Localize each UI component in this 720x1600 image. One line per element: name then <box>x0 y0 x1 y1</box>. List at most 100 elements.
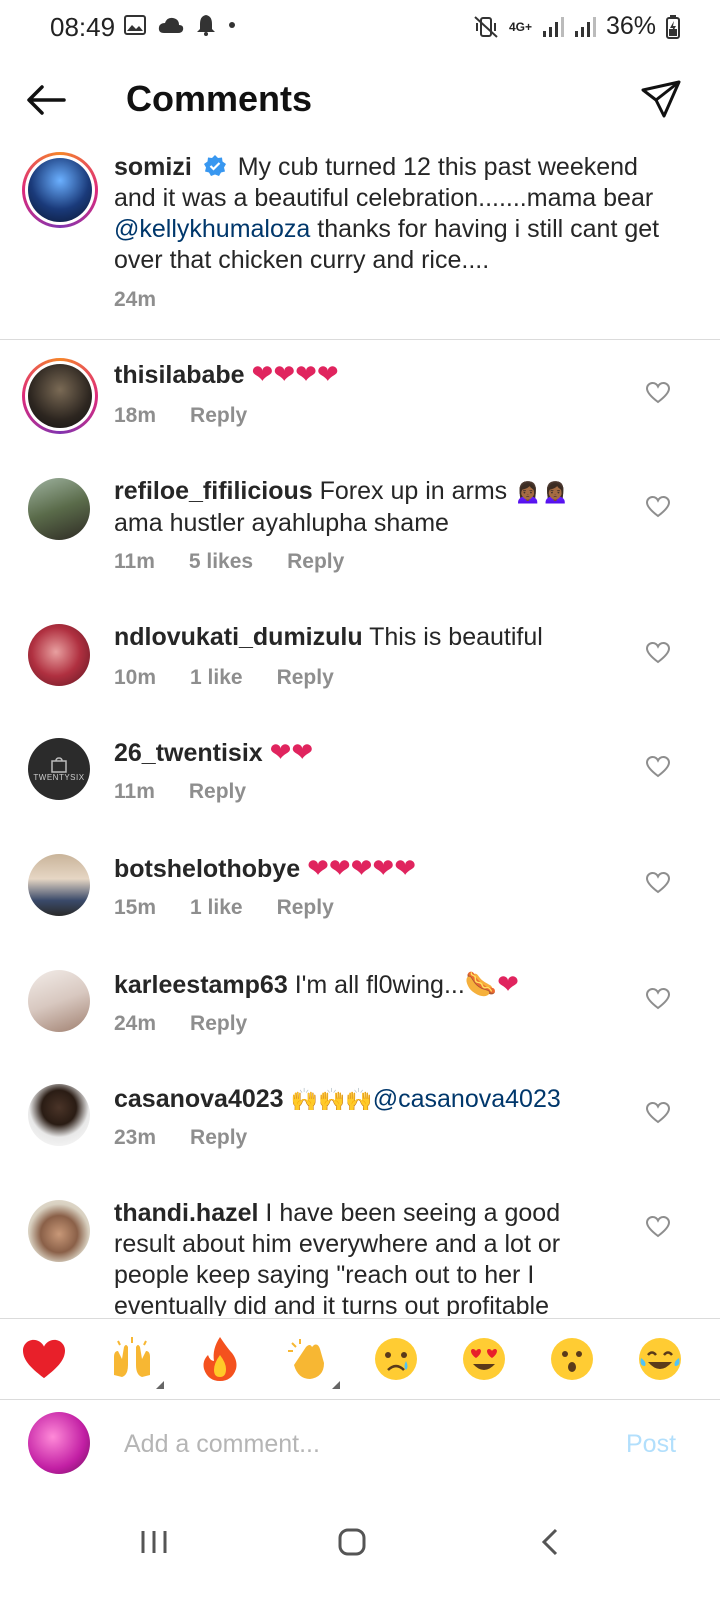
reply-button[interactable]: Reply <box>190 1012 247 1036</box>
comment-text: This is beautiful <box>369 623 543 651</box>
comment-username[interactable]: refiloe_fifilicious <box>114 477 313 505</box>
emoji-surprised-face-button[interactable] <box>546 1333 598 1385</box>
page-title: Comments <box>126 78 313 119</box>
comment-mention-link[interactable]: @casanova4023 <box>373 1085 561 1113</box>
avatar-image <box>28 364 92 428</box>
comment-avatar[interactable] <box>28 854 90 916</box>
comment-avatar[interactable] <box>28 624 90 686</box>
caption-username[interactable]: somizi <box>114 153 192 181</box>
comment-body: casanova4023 🙌🙌🙌@casanova4023 <box>114 1084 594 1116</box>
comment-username[interactable]: thisilababe <box>114 361 245 389</box>
comment-meta: 10m 1 like Reply <box>114 666 368 690</box>
like-heart-icon[interactable] <box>646 872 670 894</box>
comment-emojis: 🌭❤ <box>464 970 519 1000</box>
comment-text: I'm all fl0wing... <box>294 971 465 999</box>
comment-time: 24m <box>114 1012 157 1035</box>
post-button[interactable]: Post <box>626 1430 676 1459</box>
comment-input[interactable] <box>124 1424 584 1464</box>
comment-body: ndlovukati_dumizulu This is beautiful <box>114 622 594 653</box>
comment-avatar[interactable] <box>28 1200 90 1262</box>
comment-emojis: ❤❤❤❤ <box>251 360 339 390</box>
comment-body: karleestamp63 I'm all fl0wing...🌭❤ <box>114 970 594 1001</box>
reply-button[interactable]: Reply <box>190 1126 247 1150</box>
comment-composer: Post <box>0 1402 720 1490</box>
direct-share-button[interactable] <box>640 78 686 124</box>
comment-avatar[interactable] <box>28 478 90 540</box>
comment-avatar[interactable] <box>22 358 98 434</box>
comment-likes[interactable]: 1 like <box>190 896 243 920</box>
bell-icon <box>197 15 215 36</box>
surprised-face-icon <box>551 1338 593 1380</box>
raising-hands-icon <box>114 1337 150 1377</box>
status-time: 08:49 <box>50 12 116 42</box>
comment-time: 11m <box>114 550 155 573</box>
like-heart-icon[interactable] <box>646 642 670 664</box>
comment-avatar[interactable]: TWENTYSIX <box>28 738 90 800</box>
comment-item: thandi.hazel I have been seeing a good r… <box>0 1198 720 1316</box>
status-system-icons: 4G+ 36% <box>473 12 680 41</box>
clapping-hands-icon <box>288 1339 324 1379</box>
avatar-brand-text: TWENTYSIX <box>33 772 85 782</box>
comment-text: Forex up in arms <box>319 477 508 505</box>
comment-emojis: ❤❤ <box>269 738 314 768</box>
comment-item: karleestamp63 I'm all fl0wing...🌭❤ 24m R… <box>0 970 720 1060</box>
comment-meta: 24m Reply <box>114 1012 281 1036</box>
comment-body: thisilababe ❤❤❤❤ <box>114 360 594 391</box>
crying-face-icon <box>375 1338 417 1380</box>
comment-username[interactable]: karleestamp63 <box>114 971 288 999</box>
fire-icon <box>203 1337 237 1381</box>
comment-meta: 15m 1 like Reply <box>114 896 368 920</box>
caption-text-part1: My cub turned 12 this past weekend and i… <box>114 153 654 212</box>
recent-apps-button[interactable] <box>124 1512 184 1572</box>
comment-body: 26_twentisix ❤❤ <box>114 738 594 769</box>
red-heart-icon <box>23 1339 65 1379</box>
like-heart-icon[interactable] <box>646 756 670 778</box>
comment-username[interactable]: ndlovukati_dumizulu <box>114 623 363 651</box>
caption-mention-link[interactable]: @kellykhumaloza <box>114 215 310 243</box>
emoji-heart-eyes-button[interactable] <box>458 1333 510 1385</box>
comment-body: thandi.hazel I have been seeing a good r… <box>114 1198 594 1316</box>
battery-percent: 36% <box>605 12 656 40</box>
comment-likes[interactable]: 5 likes <box>189 550 253 574</box>
battery-charging-icon <box>666 14 680 39</box>
emoji-tears-of-joy-button[interactable] <box>634 1333 686 1385</box>
caption-text: somizi My cub turned 12 this past weeken… <box>114 152 674 276</box>
recent-apps-icon <box>141 1531 167 1553</box>
header: Comments <box>0 56 720 144</box>
comment-username[interactable]: botshelothobye <box>114 855 300 883</box>
arrow-left-icon <box>27 85 66 115</box>
like-heart-icon[interactable] <box>646 988 670 1010</box>
like-heart-icon[interactable] <box>646 1216 670 1238</box>
emoji-raising-hands-button[interactable] <box>106 1333 164 1389</box>
emoji-clapping-hands-button[interactable] <box>282 1333 340 1389</box>
reply-button[interactable]: Reply <box>287 550 344 574</box>
emoji-fire-button[interactable] <box>194 1333 246 1385</box>
back-nav-button[interactable] <box>520 1512 580 1572</box>
comment-avatar[interactable] <box>28 1084 90 1146</box>
like-heart-icon[interactable] <box>646 496 670 518</box>
comment-text-line2: ama hustler ayahlupha shame <box>114 509 449 537</box>
like-heart-icon[interactable] <box>646 1102 670 1124</box>
comment-meta: 11m Reply <box>114 780 280 804</box>
back-button[interactable] <box>24 78 72 122</box>
comment-username[interactable]: casanova4023 <box>114 1085 284 1113</box>
avatar-image <box>28 158 92 222</box>
comment-item: refiloe_fifilicious Forex up in arms 🙍🏾‍… <box>0 477 720 588</box>
comment-avatar[interactable] <box>28 970 90 1032</box>
comment-username[interactable]: 26_twentisix <box>114 739 263 767</box>
current-user-avatar <box>28 1412 90 1474</box>
comment-username[interactable]: thandi.hazel <box>114 1199 258 1227</box>
comment-likes[interactable]: 1 like <box>190 666 243 690</box>
like-heart-icon[interactable] <box>646 382 670 404</box>
reply-button[interactable]: Reply <box>189 780 246 804</box>
reply-button[interactable]: Reply <box>277 896 334 920</box>
emoji-red-heart-button[interactable] <box>18 1333 70 1385</box>
emoji-crying-face-button[interactable] <box>370 1333 422 1385</box>
network-type: 4G+ <box>508 19 532 34</box>
shopping-bag-icon <box>51 756 67 773</box>
reply-button[interactable]: Reply <box>277 666 334 690</box>
reply-button[interactable]: Reply <box>190 404 247 428</box>
caption-avatar[interactable] <box>22 152 98 228</box>
home-button[interactable] <box>322 1512 382 1572</box>
comment-time: 15m <box>114 896 157 919</box>
